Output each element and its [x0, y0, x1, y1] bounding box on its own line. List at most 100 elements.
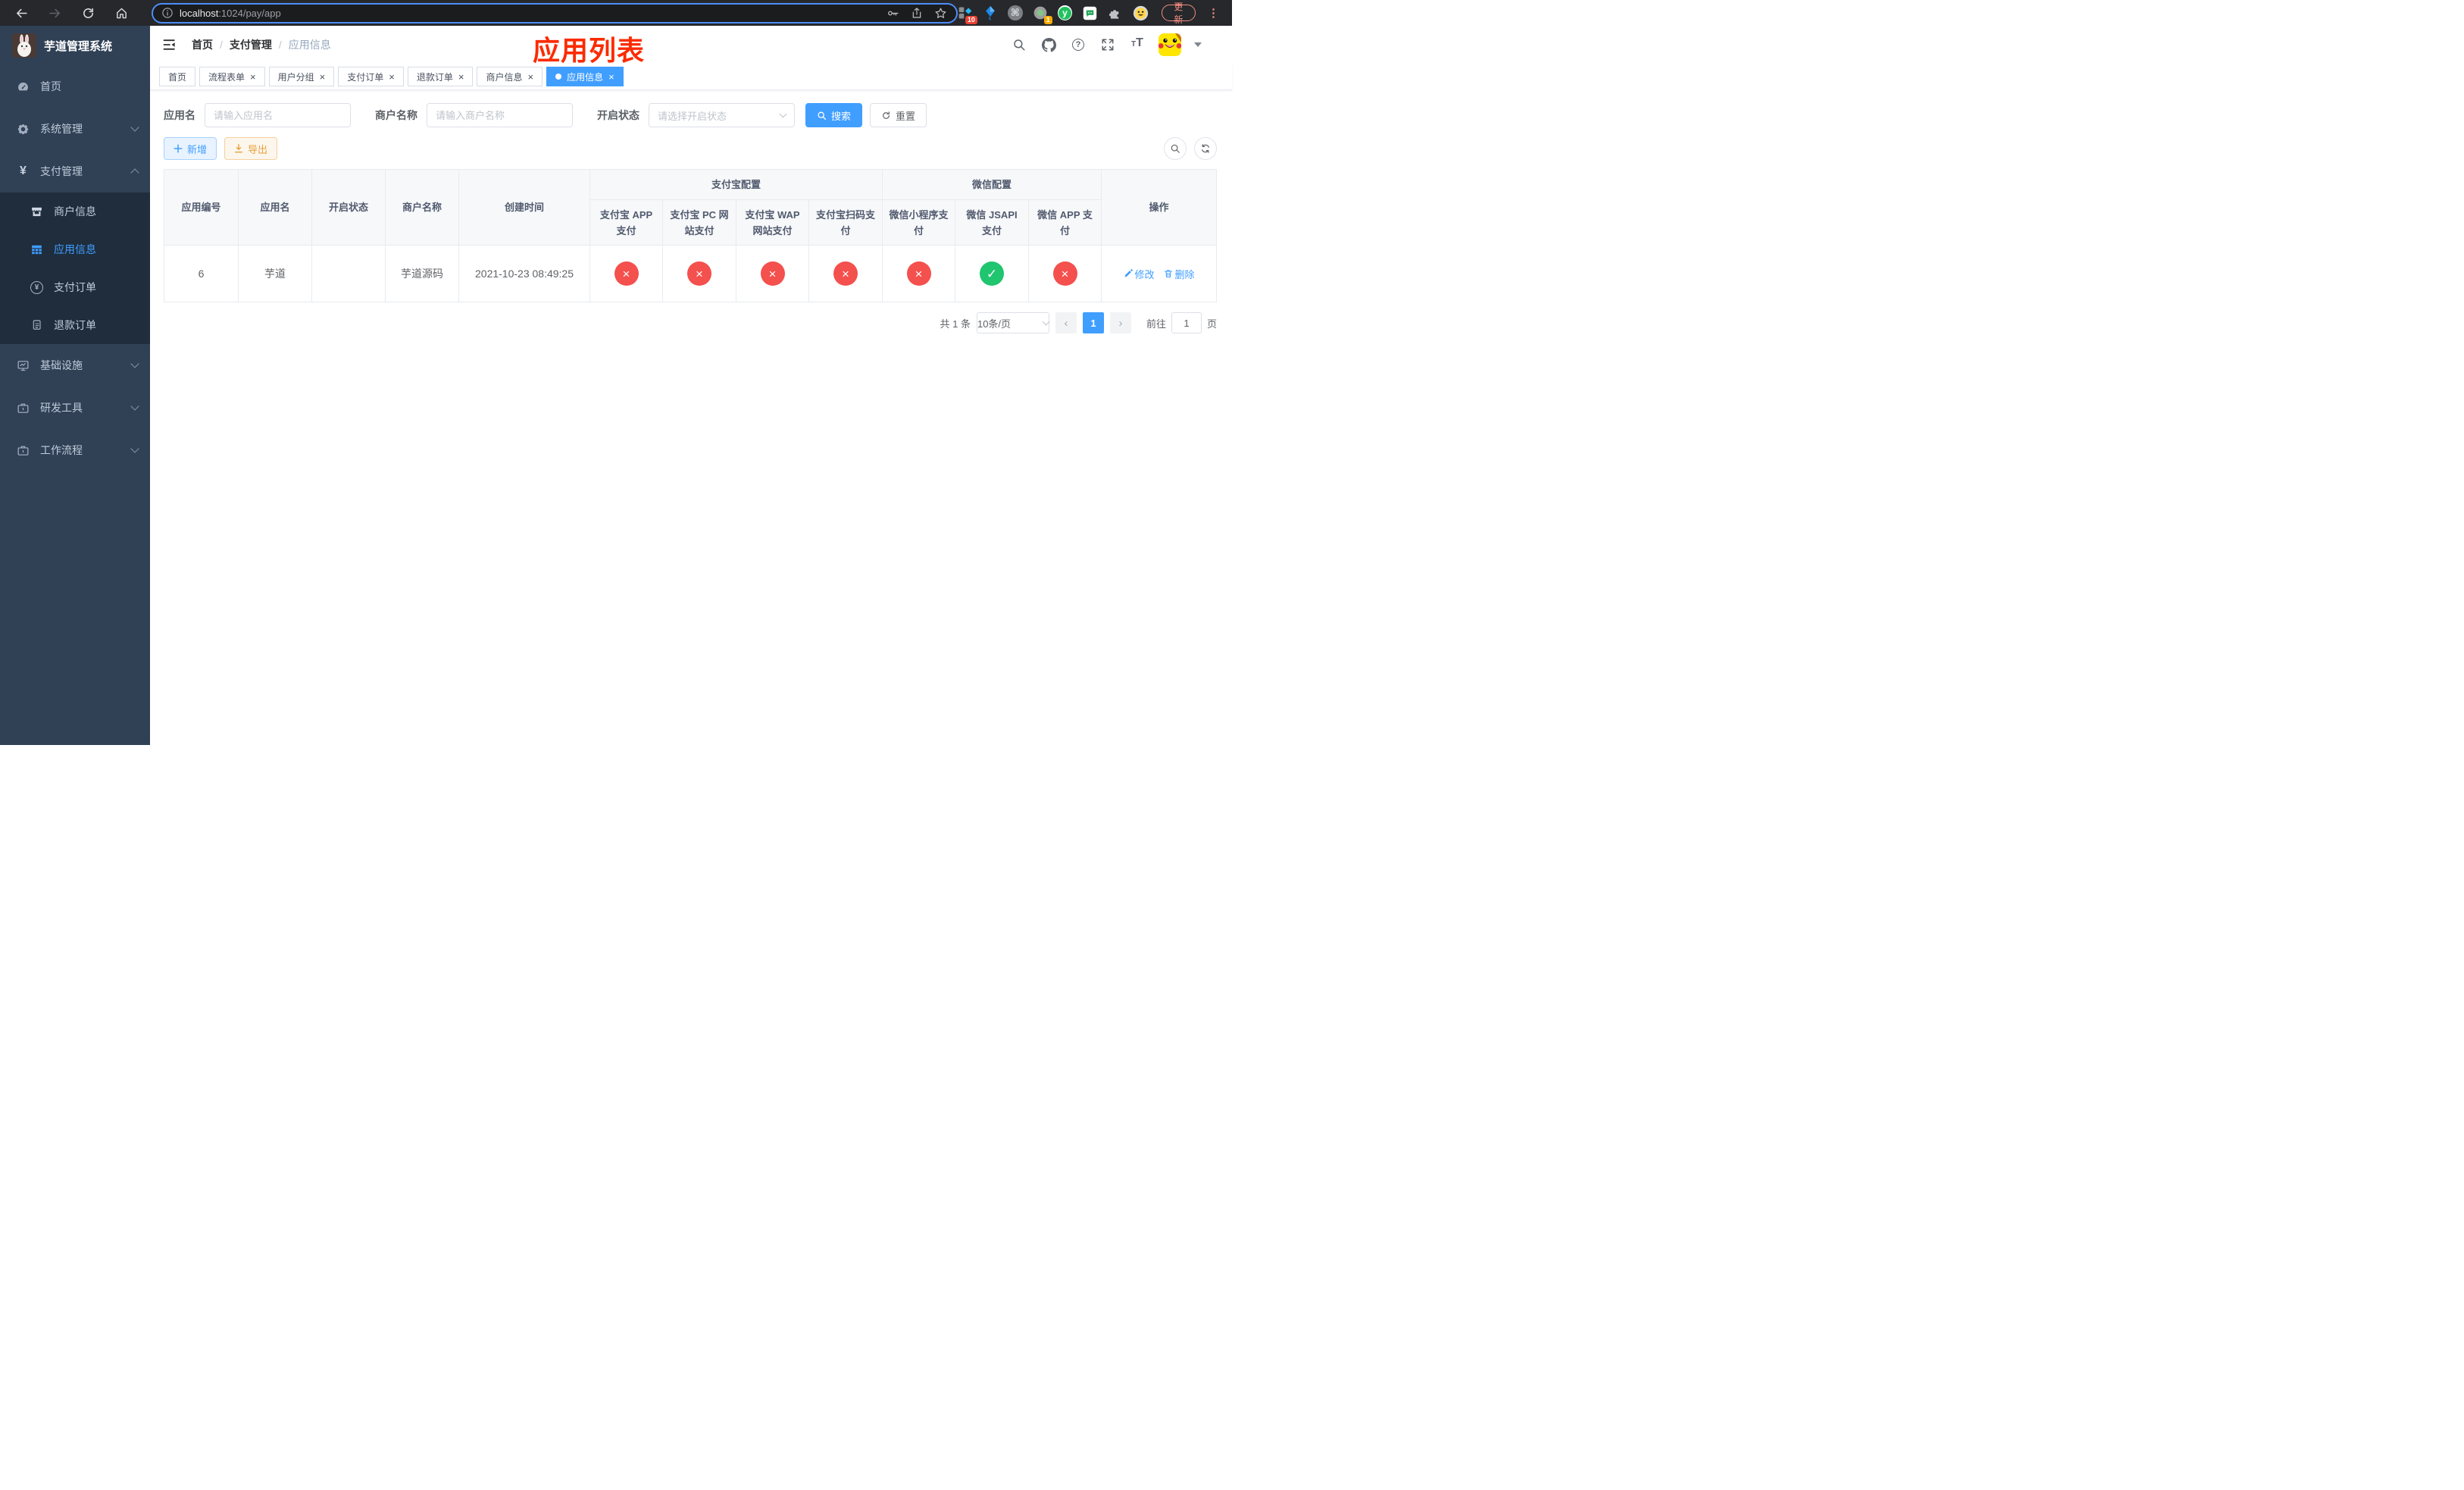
breadcrumb-payment[interactable]: 支付管理: [230, 37, 272, 52]
sidebar-item-label: 研发工具: [40, 402, 83, 414]
reset-button[interactable]: 重置: [870, 103, 927, 127]
extension-diamond-icon[interactable]: 10: [958, 5, 977, 24]
add-button[interactable]: 新增: [164, 137, 217, 160]
tab-user-group[interactable]: 用户分组 ×: [268, 67, 335, 86]
tab-close-icon[interactable]: ×: [250, 72, 256, 82]
export-button[interactable]: 导出: [224, 137, 278, 160]
next-page-button[interactable]: ›: [1109, 312, 1131, 333]
github-icon[interactable]: [1040, 36, 1057, 53]
top-navbar: 首页 / 支付管理 / 应用信息 ? T T: [150, 26, 1232, 64]
sidebar-item-app-info[interactable]: 应用信息: [0, 230, 150, 268]
hamburger-collapse-icon[interactable]: [161, 36, 178, 53]
browser-back-button[interactable]: [11, 2, 32, 23]
site-info-icon[interactable]: [162, 8, 173, 18]
breadcrumb-separator: /: [278, 39, 282, 51]
prev-page-button[interactable]: ‹: [1055, 312, 1077, 333]
address-bar[interactable]: localhost:1024/pay/app: [152, 2, 958, 23]
sidebar-item-system[interactable]: 系统管理: [0, 108, 150, 150]
bookmark-star-icon[interactable]: [934, 7, 947, 20]
col-header-actions: 操作: [1101, 169, 1218, 246]
app-title: 芋道管理系统: [44, 39, 113, 53]
sidebar-item-label: 商户信息: [54, 205, 96, 218]
storefront-icon: [30, 205, 43, 218]
extension-command-icon[interactable]: ⌘: [1008, 5, 1023, 20]
tab-pay-orders[interactable]: 支付订单 ×: [338, 67, 404, 86]
extension-y-icon[interactable]: y: [1057, 5, 1073, 20]
browser-menu-icon[interactable]: ⋮: [1205, 6, 1221, 20]
chevron-up-icon: [130, 168, 139, 177]
user-avatar[interactable]: [1159, 33, 1181, 56]
password-key-icon[interactable]: [886, 7, 899, 20]
alipay-wap-status-icon: ×: [760, 261, 785, 286]
share-icon[interactable]: [911, 7, 923, 19]
sidebar-item-label: 首页: [40, 80, 61, 92]
toggle-search-button[interactable]: [1164, 137, 1187, 160]
sidebar-item-refund-orders[interactable]: 退款订单: [0, 306, 150, 344]
app-name-input[interactable]: [205, 103, 351, 127]
chevron-down-icon: [130, 444, 139, 453]
tab-close-icon[interactable]: ×: [608, 72, 614, 82]
extension-recorder-icon[interactable]: 1: [1033, 5, 1052, 24]
chevron-down-icon: [130, 359, 139, 368]
page-size-select[interactable]: 10条/页: [976, 312, 1050, 333]
tab-home[interactable]: 首页: [159, 67, 196, 86]
browser-forward-button[interactable]: [44, 2, 65, 23]
font-size-icon[interactable]: TT: [1129, 36, 1146, 53]
chevron-down-icon[interactable]: [1194, 42, 1202, 47]
payment-submenu: 商户信息 应用信息 ¥ 支付订单 退款订单: [0, 193, 150, 344]
refresh-button[interactable]: [1194, 137, 1217, 160]
delete-link[interactable]: 删除: [1164, 267, 1195, 281]
tab-merchant-info[interactable]: 商户信息 ×: [477, 67, 543, 86]
browser-update-button[interactable]: 更新: [1161, 2, 1196, 25]
alipay-app-status-icon: ×: [614, 261, 639, 286]
tab-refund-orders[interactable]: 退款订单 ×: [407, 67, 474, 86]
breadcrumb-home[interactable]: 首页: [192, 37, 213, 52]
tab-close-icon[interactable]: ×: [527, 72, 533, 82]
sidebar-item-label: 应用信息: [54, 243, 96, 255]
edit-link[interactable]: 修改: [1124, 267, 1155, 281]
col-header-alipay-qr: 支付宝扫码支付: [808, 199, 883, 246]
wx-app-status-icon: ×: [1052, 261, 1077, 286]
goto-page-input[interactable]: [1171, 312, 1202, 333]
fullscreen-icon[interactable]: [1099, 36, 1116, 53]
cell-status: [311, 245, 386, 302]
sidebar-item-pay-orders[interactable]: ¥ 支付订单: [0, 268, 150, 306]
browser-reload-button[interactable]: [77, 2, 98, 23]
extensions-puzzle-icon[interactable]: [1107, 5, 1122, 21]
current-page[interactable]: 1: [1082, 312, 1104, 333]
cell-merchant: 芋道源码: [385, 245, 459, 302]
tab-close-icon[interactable]: ×: [458, 72, 464, 82]
merchant-name-input[interactable]: [427, 103, 573, 127]
sidebar-item-label: 支付管理: [40, 165, 83, 177]
extension-kite-icon[interactable]: [983, 5, 998, 21]
sidebar-item-label: 退款订单: [54, 319, 96, 331]
help-icon[interactable]: ?: [1070, 36, 1087, 53]
sidebar-item-home[interactable]: 首页: [0, 65, 150, 108]
pagination: 共 1 条 10条/页 ‹ 1 › 前往 页: [164, 312, 1217, 333]
sidebar-item-infrastructure[interactable]: 基础设施: [0, 344, 150, 387]
sidebar-item-workflow[interactable]: 工作流程: [0, 429, 150, 471]
app-logo[interactable]: 芋道管理系统: [0, 26, 150, 65]
tab-process-form[interactable]: 流程表单 ×: [199, 67, 265, 86]
tab-close-icon[interactable]: ×: [320, 72, 326, 82]
breadcrumb-current: 应用信息: [288, 39, 331, 51]
tab-close-icon[interactable]: ×: [389, 72, 395, 82]
profile-avatar-icon[interactable]: [1133, 5, 1149, 21]
app-name-label: 应用名: [164, 109, 195, 121]
sidebar-item-label: 基础设施: [40, 359, 83, 371]
cell-name: 芋道: [238, 245, 312, 302]
merchant-name-label: 商户名称: [375, 109, 417, 121]
sidebar-item-merchant-info[interactable]: 商户信息: [0, 193, 150, 230]
sidebar-item-dev-tools[interactable]: 研发工具: [0, 387, 150, 429]
tab-app-info[interactable]: 应用信息 ×: [546, 67, 624, 86]
status-select[interactable]: 请选择开启状态: [649, 103, 795, 127]
col-header-wx-app: 微信 APP 支付: [1028, 199, 1102, 246]
browser-home-button[interactable]: [111, 2, 132, 23]
col-header-name: 应用名: [238, 169, 312, 246]
col-header-status: 开启状态: [311, 169, 386, 246]
extension-chat-icon[interactable]: [1082, 5, 1097, 21]
search-icon[interactable]: [1011, 36, 1027, 53]
sidebar-item-payment[interactable]: ¥ 支付管理: [0, 150, 150, 193]
search-button[interactable]: 搜索: [805, 103, 863, 127]
status-label: 开启状态: [597, 109, 639, 121]
